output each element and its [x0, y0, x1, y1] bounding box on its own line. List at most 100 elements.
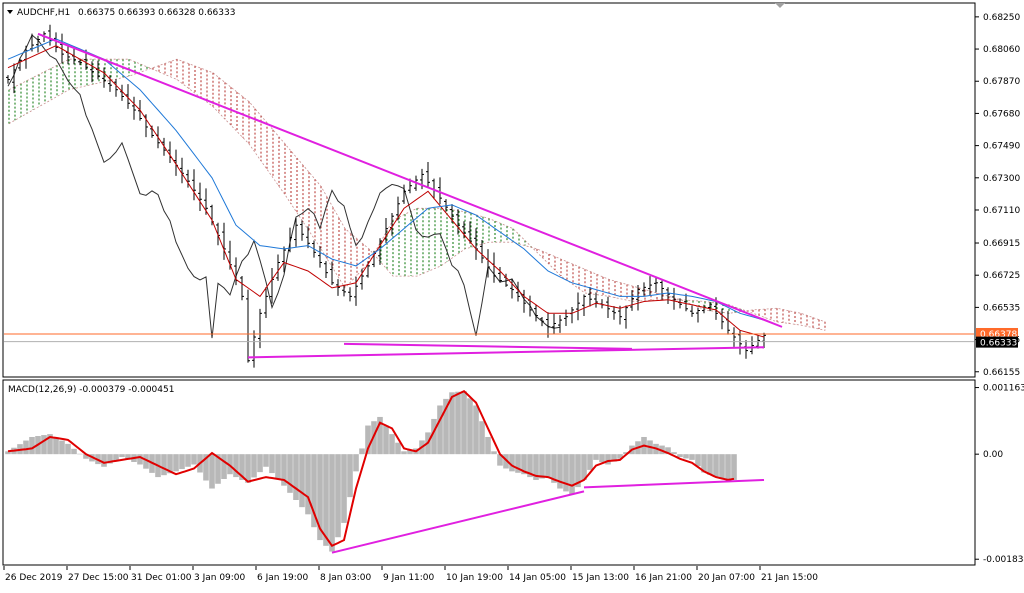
macd-bar — [671, 452, 677, 455]
macd-bar — [191, 454, 197, 465]
macd-bar — [359, 448, 365, 455]
macd-bar — [119, 454, 125, 458]
time-tick-label: 9 Jan 11:00 — [383, 573, 435, 583]
macd-bar — [323, 454, 329, 546]
macd-tick-label: 0.00 — [983, 450, 1003, 460]
bid-price-tag: 0.66333 — [976, 336, 1018, 349]
macd-label: MACD(12,26,9) -0.000379 -0.000451 — [8, 385, 174, 395]
macd-bar — [593, 454, 599, 460]
macd-bar — [263, 454, 269, 467]
time-tick-label: 16 Jan 21:00 — [635, 573, 692, 583]
macd-bar — [485, 436, 491, 455]
macd-bar — [353, 454, 359, 472]
macd-bar — [467, 398, 473, 455]
macd-bar — [713, 454, 719, 478]
macd-bar — [479, 421, 485, 455]
time-tick-label: 14 Jan 05:00 — [509, 573, 566, 583]
macd-bar — [221, 454, 227, 479]
macd-bar — [491, 451, 497, 455]
time-tick-label: 10 Jan 19:00 — [446, 573, 503, 583]
macd-bar — [389, 434, 395, 455]
price-tick-label: 0.67870 — [983, 77, 1020, 87]
time-tick-label: 21 Jan 15:00 — [761, 573, 818, 583]
macd-bar — [341, 454, 347, 523]
price-tick-label: 0.67490 — [983, 142, 1020, 152]
time-tick-label: 8 Jan 03:00 — [320, 573, 372, 583]
macd-bar — [161, 454, 167, 476]
symbol-label: AUDCHF,H1 — [17, 8, 70, 18]
price-tick-label: 0.68250 — [983, 13, 1020, 23]
macd-bar — [209, 454, 215, 489]
macd-bar — [599, 454, 605, 463]
macd-bar — [461, 391, 467, 455]
time-tick-label: 27 Dec 15:00 — [68, 573, 129, 583]
macd-bar — [401, 451, 407, 455]
macd-bar — [251, 454, 257, 478]
macd-bar — [77, 453, 83, 455]
macd-bar — [23, 440, 29, 455]
macd-bar — [179, 454, 185, 470]
macd-bar — [437, 405, 443, 455]
macd-bar — [65, 443, 71, 455]
chart-window[interactable]: 0.68250 0.68060 0.67870 0.67680 0.67490 0.673… — [0, 0, 1024, 589]
bid-price-text: 0.66333 — [980, 339, 1017, 349]
macd-bar — [287, 454, 293, 493]
macd-bar — [113, 454, 119, 461]
macd-bar — [725, 454, 731, 480]
macd-bar — [185, 454, 191, 467]
time-tick-label: 6 Jan 19:00 — [257, 573, 309, 583]
macd-bar — [683, 454, 689, 459]
macd-bar — [71, 448, 77, 455]
macd-bar — [383, 425, 389, 455]
macd-bar — [275, 454, 281, 480]
price-tick-label: 0.66915 — [983, 239, 1020, 249]
macd-bar — [305, 454, 311, 515]
macd-bar — [695, 454, 701, 467]
macd-tick-label: 0.001163 — [983, 384, 1024, 394]
price-tick-label: 0.67300 — [983, 174, 1020, 184]
macd-bar — [299, 454, 305, 508]
macd-bar — [41, 435, 47, 455]
macd-bar — [569, 454, 575, 495]
price-tick-label: 0.68060 — [983, 45, 1020, 55]
macd-bar — [173, 454, 179, 472]
macd-tick-label: -0.001834 — [983, 555, 1024, 565]
macd-bar — [53, 437, 59, 455]
macd-bar — [563, 454, 569, 492]
macd-bar — [347, 454, 353, 498]
chart-svg[interactable]: 0.68250 0.68060 0.67870 0.67680 0.67490 0.673… — [0, 0, 1024, 589]
price-tick-label: 0.66725 — [983, 271, 1020, 281]
macd-bar — [473, 405, 479, 455]
macd-bar — [455, 391, 461, 455]
macd-bar — [395, 442, 401, 455]
macd-bar — [245, 454, 251, 483]
price-tick-label: 0.67110 — [983, 206, 1020, 216]
macd-bar — [545, 454, 551, 478]
macd-bar — [605, 454, 611, 465]
macd-bar — [677, 454, 683, 458]
macd-bar — [689, 454, 695, 460]
macd-bar — [707, 454, 713, 475]
macd-bar — [335, 454, 341, 538]
macd-bar — [59, 440, 65, 455]
macd-bar — [539, 454, 545, 479]
macd-bar — [719, 454, 725, 479]
time-tick-label: 3 Jan 09:00 — [194, 573, 246, 583]
macd-bar — [269, 454, 275, 474]
time-tick-label: 26 Dec 2019 — [5, 573, 63, 583]
time-tick-label: 20 Jan 07:00 — [698, 573, 755, 583]
macd-bar — [257, 454, 263, 473]
macd-bar — [587, 454, 593, 470]
macd-bar — [293, 454, 299, 500]
price-tick-label: 0.66155 — [983, 368, 1020, 378]
price-tick-label: 0.66535 — [983, 303, 1020, 313]
ohlc-label: 0.66375 0.66393 0.66328 0.66333 — [78, 8, 235, 18]
time-tick-label: 15 Jan 13:00 — [572, 573, 629, 583]
price-tick-label: 0.67680 — [983, 109, 1020, 119]
macd-bar — [29, 436, 35, 455]
macd-bar — [731, 454, 737, 480]
time-tick-label: 31 Dec 01:00 — [131, 573, 192, 583]
macd-bar — [329, 454, 335, 552]
macd-bar — [137, 454, 143, 465]
macd-bar — [101, 454, 107, 467]
